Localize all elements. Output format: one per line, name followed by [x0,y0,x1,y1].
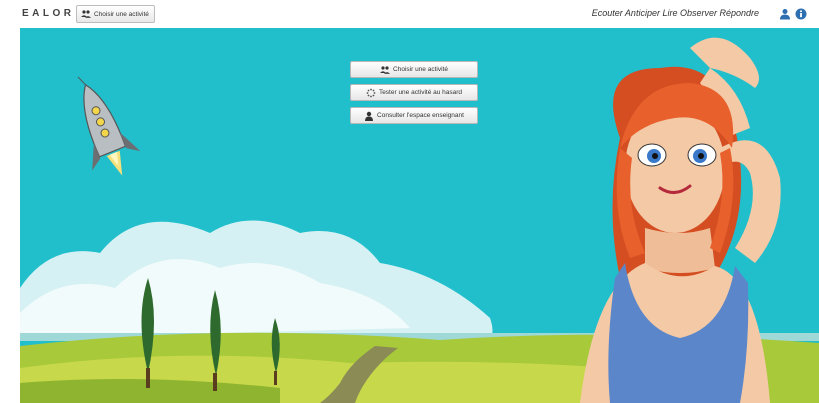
choose-activity-button[interactable]: Choisir une activité [76,5,155,23]
menu-teacher-space-button[interactable]: Consulter l'espace enseignant [350,107,478,124]
top-bar: EALOR Choisir une activité Ecouter Antic… [0,0,819,28]
clouds [20,220,493,338]
group-icon [380,65,391,75]
tagline: Ecouter Anticiper Lire Observer Répondre [591,8,759,18]
user-icon [364,111,374,121]
home-scene: Choisir une activité Tester une activité… [20,28,819,403]
menu-random-activity-label: Tester une activité au hasard [378,89,463,96]
menu-choose-activity-button[interactable]: Choisir une activité [350,61,478,78]
spinner-icon [366,88,376,98]
menu-random-activity-button[interactable]: Tester une activité au hasard [350,84,478,101]
rocket [77,76,141,176]
choose-activity-label: Choisir une activité [94,10,149,18]
activity-menu: Choisir une activité Tester une activité… [350,61,478,124]
character-illustration [580,37,781,403]
menu-choose-activity-label: Choisir une activité [393,66,448,73]
user-icon[interactable] [779,7,791,20]
info-icon[interactable] [795,7,807,20]
menu-teacher-space-label: Consulter l'espace enseignant [377,112,464,119]
brand-logo[interactable]: EALOR [22,8,75,19]
group-icon [81,9,91,19]
